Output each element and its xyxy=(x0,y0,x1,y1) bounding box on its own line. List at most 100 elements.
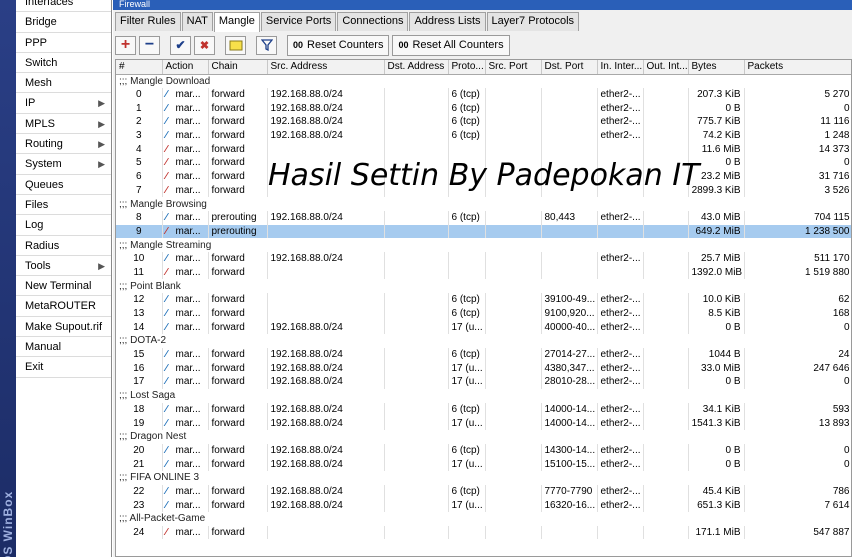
column-header[interactable]: Dst. Address xyxy=(384,60,449,75)
table-row[interactable]: 2 ∕ mar... forward 192.168.88.0/24 6 (tcp) eth… xyxy=(116,115,851,129)
sidebar-item-label: Queues xyxy=(25,178,64,191)
cell-num: 10 xyxy=(116,251,163,266)
comment-row[interactable]: ;;; Point Blank xyxy=(116,279,851,293)
sidebar-item[interactable]: Exit xyxy=(16,357,111,378)
table-row[interactable]: 9 ∕ mar... prerouting 649.2 MiB 1 238 500 xyxy=(116,224,851,239)
column-header[interactable]: In. Inter... xyxy=(597,60,644,75)
sidebar-item[interactable]: Interfaces xyxy=(16,0,111,13)
comment-row[interactable]: ;;; FIFA ONLINE 3 xyxy=(116,470,851,485)
sidebar-item[interactable]: Bridge xyxy=(16,12,111,33)
add-button[interactable]: + xyxy=(115,35,136,55)
cell-dport: 16320-16... xyxy=(541,498,598,512)
table-row[interactable]: 18 ∕ mar... forward 192.168.88.0/24 6 (tcp) 14… xyxy=(116,402,851,417)
column-header[interactable]: Src. Port xyxy=(485,60,542,75)
cell-bytes: 34.1 KiB xyxy=(688,402,745,417)
action-label: mar... xyxy=(175,116,201,128)
comment-row[interactable]: ;;; Dragon Nest xyxy=(116,429,851,444)
sidebar-item[interactable]: IP ▶ xyxy=(16,93,111,114)
table-row[interactable]: 20 ∕ mar... forward 192.168.88.0/24 6 (tcp) 14… xyxy=(116,443,851,458)
table-row[interactable]: 0 ∕ mar... forward 192.168.88.0/24 6 (tcp) eth… xyxy=(116,87,851,102)
column-header[interactable]: Action xyxy=(162,60,209,75)
cell-dst xyxy=(384,306,449,321)
comment-row[interactable]: ;;; Lost Saga xyxy=(116,388,851,403)
column-header[interactable]: Bytes xyxy=(688,60,745,75)
table-row[interactable]: 22 ∕ mar... forward 192.168.88.0/24 6 (tcp) 77… xyxy=(116,484,851,499)
sidebar-item[interactable]: Mesh xyxy=(16,73,111,94)
table-row[interactable]: 5 ∕ mar... forward 0 B0 xyxy=(116,156,851,170)
sidebar-item[interactable]: Make Supout.rif xyxy=(16,317,111,338)
comment-row[interactable]: ;;; Mangle Streaming xyxy=(116,238,851,252)
table-row[interactable]: 17 ∕ mar... forward 192.168.88.0/24 17 (u... 2… xyxy=(116,375,851,389)
action-label: mar... xyxy=(175,349,201,361)
column-header[interactable]: Src. Address xyxy=(267,60,385,75)
cell-outif xyxy=(643,402,689,417)
mark-icon: ∕ xyxy=(165,349,168,361)
sidebar-item[interactable]: Files xyxy=(16,195,111,216)
table-row[interactable]: 7 ∕ mar... forward 2899.3 KiB 3 526 xyxy=(116,183,851,198)
tab[interactable]: Connections xyxy=(337,12,409,31)
sidebar-item[interactable]: Radius xyxy=(16,236,111,256)
tab[interactable]: Address Lists xyxy=(409,12,486,31)
table-row[interactable]: 16 ∕ mar... forward 192.168.88.0/24 17 (u... 4… xyxy=(116,361,851,376)
comment-row[interactable]: ;;; Mangle Browsing xyxy=(116,197,851,211)
table-row[interactable]: 24 ∕ mar... forward 171.1 MiB 547 887 xyxy=(116,525,851,540)
table-row[interactable]: 21 ∕ mar... forward 192.168.88.0/24 17 (u... 1… xyxy=(116,457,851,471)
table-row[interactable]: 1 ∕ mar... forward 192.168.88.0/24 6 (tcp) eth… xyxy=(116,101,851,116)
column-header[interactable]: Proto... xyxy=(448,60,486,75)
table-row[interactable]: 3 ∕ mar... forward 192.168.88.0/24 6 (tcp) eth… xyxy=(116,128,851,143)
comment-row[interactable]: ;;; Mangle Download xyxy=(116,74,851,88)
column-header[interactable]: Packets xyxy=(744,60,851,75)
tab[interactable]: Layer7 Protocols xyxy=(486,12,580,31)
table-row[interactable]: 23 ∕ mar... forward 192.168.88.0/24 17 (u... 1… xyxy=(116,498,851,512)
tab[interactable]: Filter Rules xyxy=(115,12,181,31)
column-header[interactable]: Out. Int... xyxy=(643,60,689,75)
action-label: mar... xyxy=(175,485,201,497)
cell-sport xyxy=(485,101,542,116)
table-row[interactable]: 12 ∕ mar... forward 6 (tcp) 39100-49... ether2… xyxy=(116,293,851,307)
remove-button[interactable]: − xyxy=(139,35,160,55)
table-row[interactable]: 15 ∕ mar... forward 192.168.88.0/24 6 (tcp) 27… xyxy=(116,347,851,362)
sidebar-item[interactable]: New Terminal xyxy=(16,276,111,297)
cell-dst xyxy=(384,87,449,102)
table-row[interactable]: 11 ∕ mar... forward 1392.0 MiB 1 519 880 xyxy=(116,265,851,280)
sidebar-item-label: New Terminal xyxy=(25,280,92,293)
cell-chain: forward xyxy=(208,416,268,430)
cell-src: 192.168.88.0/24 xyxy=(267,210,385,225)
sidebar-item[interactable]: Manual xyxy=(16,337,111,358)
sidebar-item[interactable]: Tools ▶ xyxy=(16,256,111,277)
sidebar-item[interactable]: MetaROUTER xyxy=(16,296,111,317)
table-row[interactable]: 13 ∕ mar... forward 6 (tcp) 9100,920... ether2… xyxy=(116,306,851,321)
table-row[interactable]: 6 ∕ mar... forward 23.2 MiB 31 716 xyxy=(116,169,851,184)
mark-icon: ∕ xyxy=(165,321,168,333)
comment-row[interactable]: ;;; All-Packet-Game xyxy=(116,512,851,526)
cell-dport: 14000-14... xyxy=(541,416,598,430)
cell-chain: forward xyxy=(208,87,268,102)
reset-all-counters-button[interactable]: 00 Reset All Counters xyxy=(392,34,510,56)
column-header[interactable]: Chain xyxy=(208,60,268,75)
cell-dport xyxy=(541,142,598,157)
comment-button[interactable] xyxy=(225,35,246,55)
tab[interactable]: NAT xyxy=(181,12,213,31)
column-header[interactable]: # xyxy=(116,60,163,75)
tab[interactable]: Service Ports xyxy=(260,12,337,31)
comment-row[interactable]: ;;; DOTA-2 xyxy=(116,334,851,348)
table-row[interactable]: 14 ∕ mar... forward 192.168.88.0/24 17 (u... 4… xyxy=(116,320,851,335)
reset-counters-button[interactable]: 00 Reset Counters xyxy=(287,34,390,56)
table-row[interactable]: 10 ∕ mar... forward 192.168.88.0/24 ether2-..… xyxy=(116,251,851,266)
disable-button[interactable]: ✖ xyxy=(194,35,215,55)
sidebar-item[interactable]: PPP xyxy=(16,33,111,53)
filter-button[interactable] xyxy=(256,35,277,55)
sidebar-item[interactable]: MPLS ▶ xyxy=(16,114,111,135)
sidebar-item[interactable]: System ▶ xyxy=(16,154,111,175)
enable-button[interactable]: ✔ xyxy=(170,35,191,55)
cell-src: 192.168.88.0/24 xyxy=(267,375,385,389)
column-header[interactable]: Dst. Port xyxy=(541,60,598,75)
sidebar-item[interactable]: Switch xyxy=(16,53,111,74)
table-row[interactable]: 8 ∕ mar... prerouting 192.168.88.0/24 6 (tcp)… xyxy=(116,210,851,225)
sidebar-item[interactable]: Queues xyxy=(16,175,111,195)
sidebar-item[interactable]: Routing ▶ xyxy=(16,134,111,155)
table-row[interactable]: 4 ∕ mar... forward 11.6 MiB 14 373 xyxy=(116,142,851,157)
sidebar-item[interactable]: Log xyxy=(16,215,111,236)
tab[interactable]: Mangle xyxy=(213,12,260,32)
table-row[interactable]: 19 ∕ mar... forward 192.168.88.0/24 17 (u... 1… xyxy=(116,416,851,430)
